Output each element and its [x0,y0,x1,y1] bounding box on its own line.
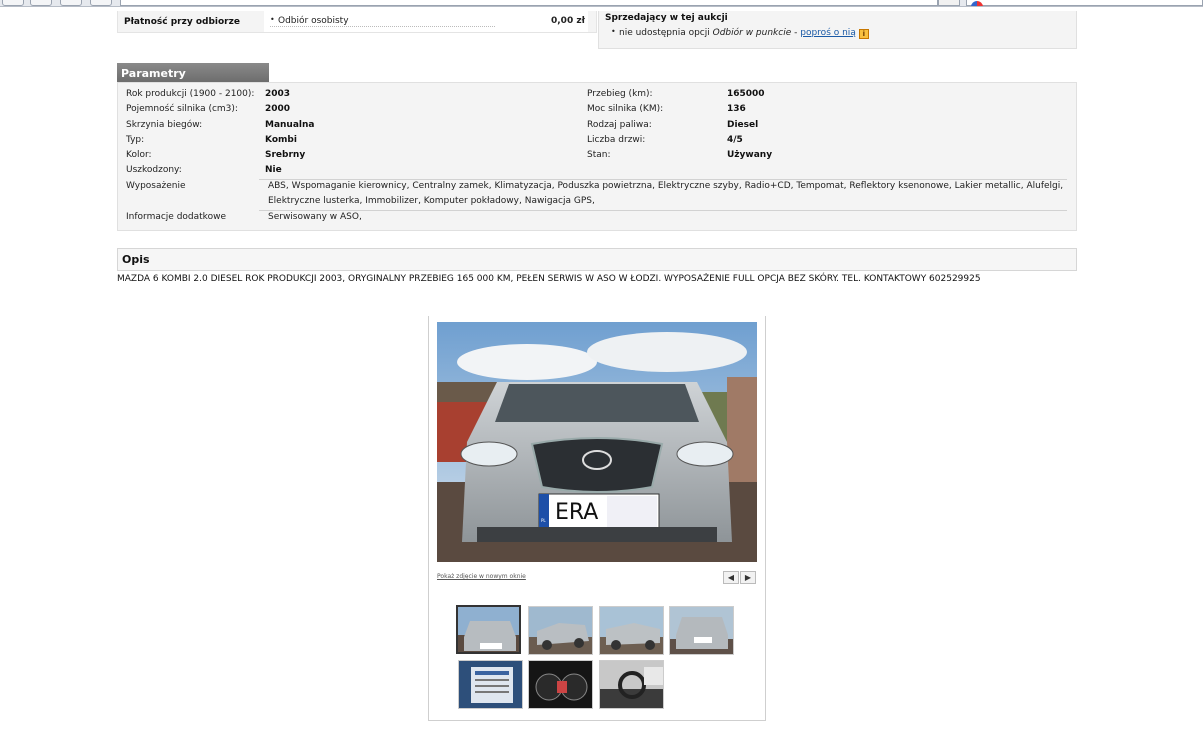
seller-note-sep: - [794,28,798,38]
opis-header: Opis [117,248,1077,271]
param-value-engine: 2000 [265,104,291,114]
param-value-year: 2003 [265,89,291,99]
address-dropdown-button[interactable] [938,0,960,6]
param-label-power: Moc silnika (KM): [587,104,664,114]
param-label-year: Rok produkcji (1900 - 2100): [126,89,255,99]
photo-thumbnail[interactable] [456,605,521,654]
param-label-damaged: Uszkodzony: [126,165,182,175]
address-bar[interactable] [120,0,938,6]
param-value-doors: 4/5 [727,135,743,145]
photo-thumbnail[interactable] [599,660,664,709]
prev-photo-button[interactable]: ◀ [723,571,739,584]
param-value-mileage: 165000 [727,89,765,99]
extra-info-label: Informacje dodatkowe [126,212,226,222]
license-plate-text: ERA [555,500,598,525]
equipment-label: Wyposażenie [126,181,186,191]
extra-info-value: Serwisowany w ASO, [268,212,362,222]
request-option-link[interactable]: poproś o nią [800,28,856,38]
equipment-value: ABS, Wspomaganie kierownicy, Centralny z… [268,181,1064,206]
main-car-photo[interactable]: ERA PL [437,322,757,562]
param-value-damaged: Nie [265,165,282,175]
browser-toolbar [0,0,1203,7]
param-label-condition: Stan: [587,150,611,160]
param-value-type: Kombi [265,135,297,145]
param-value-fuel: Diesel [727,120,759,130]
photo-thumbnail[interactable] [458,660,523,709]
seller-note-option: Odbiór w punkcie [712,28,792,38]
payment-option: Odbiór osobisty [270,15,495,27]
seller-title: Sprzedający w tej aukcji [605,13,728,23]
search-engine-icon [971,1,983,6]
search-box[interactable] [966,0,1203,6]
param-value-power: 136 [727,104,746,114]
description-text: MAZDA 6 KOMBI 2.0 DIESEL ROK PRODUKCJI 2… [117,274,981,284]
param-label-engine: Pojemność silnika (cm3): [126,104,238,114]
seller-note: nie udostępnia opcji Odbiór w punkcie - … [611,27,869,39]
parametry-box: Rok produkcji (1900 - 2100): 2003 Pojemn… [117,82,1077,231]
payment-row: Płatność przy odbiorze Odbiór osobisty 0… [117,11,597,33]
home-button[interactable] [90,0,112,6]
back-button[interactable] [2,0,24,6]
param-value-gearbox: Manualna [265,120,315,130]
reload-button[interactable] [60,0,82,6]
open-photo-new-window-link[interactable]: Pokaż zdjęcie w nowym oknie [437,573,526,580]
param-label-color: Kolor: [126,150,152,160]
photo-thumbnail[interactable] [528,660,593,709]
photo-thumbnail[interactable] [528,606,593,655]
param-value-color: Srebrny [265,150,306,160]
param-label-type: Typ: [126,135,145,145]
photo-gallery: ERA PL Pokaż zdjęcie w nowym oknie ◀ ▶ [428,316,766,721]
info-icon[interactable]: i [858,29,869,39]
seller-info-box: Sprzedający w tej aukcji nie udostępnia … [598,11,1077,49]
license-plate-country: PL [541,518,546,523]
payment-label: Płatność przy odbiorze [124,17,240,27]
param-value-condition: Używany [727,150,773,160]
param-label-doors: Liczba drzwi: [587,135,646,145]
param-label-fuel: Rodzaj paliwa: [587,120,652,130]
parametry-header: Parametry [117,63,269,82]
seller-note-prefix: nie udostępnia opcji [619,28,710,38]
next-photo-button[interactable]: ▶ [740,571,756,584]
param-label-mileage: Przebieg (km): [587,89,653,99]
photo-thumbnail[interactable] [669,606,734,655]
divider [259,210,1067,211]
param-label-gearbox: Skrzynia biegów: [126,120,203,130]
opis-title: Opis [122,253,150,266]
payment-price: 0,00 zł [551,16,585,26]
forward-button[interactable] [30,0,52,6]
photo-thumbnail[interactable] [599,606,664,655]
